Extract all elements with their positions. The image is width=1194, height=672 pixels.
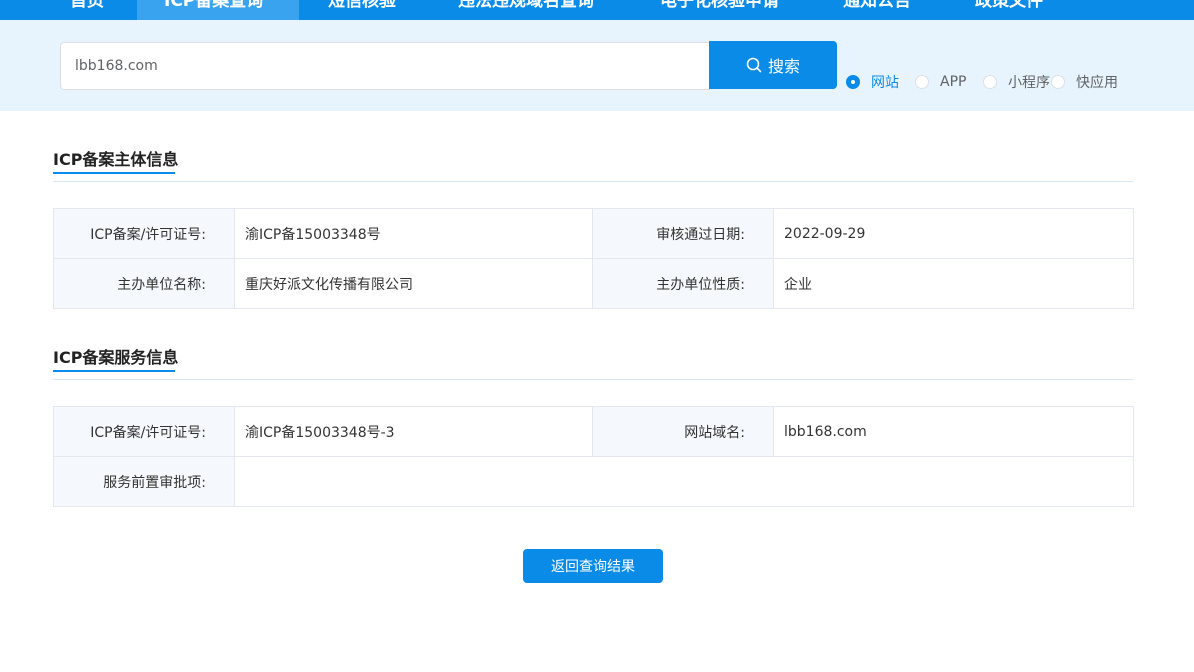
field-value: 企业: [773, 258, 1134, 309]
radio-label: 小程序: [1008, 75, 1050, 91]
search-band: 搜索 网站 APP 小程序 快应用: [0, 20, 1194, 111]
section-title-underline: [53, 172, 175, 174]
field-label: 服务前置审批项:: [53, 456, 235, 507]
radio-label: 快应用: [1076, 75, 1118, 91]
radio-unchecked-icon: [915, 75, 929, 89]
section-title-underline: [53, 370, 175, 372]
nav-item-policies[interactable]: 政策文件: [975, 0, 1043, 20]
radio-mini-program[interactable]: 小程序: [983, 72, 1050, 92]
nav-item-home[interactable]: 首页: [70, 0, 104, 20]
nav-item-e-verify[interactable]: 电子化核验申请: [660, 0, 779, 20]
service-section-title: ICP备案服务信息: [53, 344, 179, 372]
table-row: ICP备案/许可证号: 渝ICP备15003348号-3 网站域名: lbb16…: [53, 406, 1134, 457]
search-icon: [746, 57, 762, 73]
search-button[interactable]: 搜索: [709, 41, 837, 89]
radio-checked-icon: [846, 75, 860, 89]
field-value: lbb168.com: [773, 406, 1134, 457]
radio-label: APP: [940, 74, 967, 90]
section-divider: [53, 379, 1133, 380]
field-value: [234, 456, 1134, 507]
section-title-text: ICP备案服务信息: [53, 348, 179, 367]
section-title-text: ICP备案主体信息: [53, 150, 179, 169]
nav-item-icp-query[interactable]: ICP备案查询: [137, 0, 299, 20]
subject-info-table: ICP备案/许可证号: 渝ICP备15003348号 审核通过日期: 2022-…: [53, 208, 1134, 309]
radio-label: 网站: [871, 75, 899, 91]
nav-item-notices[interactable]: 通知公告: [843, 0, 911, 20]
field-label: 主办单位性质:: [592, 258, 774, 309]
table-row: 主办单位名称: 重庆好派文化传播有限公司 主办单位性质: 企业: [53, 258, 1134, 309]
field-label: 主办单位名称:: [53, 258, 235, 309]
back-to-results-button[interactable]: 返回查询结果: [523, 549, 663, 583]
nav-item-sms-verify[interactable]: 短信核验: [328, 0, 396, 20]
radio-unchecked-icon: [983, 75, 997, 89]
field-value: 渝ICP备15003348号-3: [234, 406, 593, 457]
radio-unchecked-icon: [1051, 75, 1065, 89]
table-row: 服务前置审批项:: [53, 456, 1134, 507]
radio-app[interactable]: APP: [915, 72, 966, 92]
table-row: ICP备案/许可证号: 渝ICP备15003348号 审核通过日期: 2022-…: [53, 208, 1134, 259]
service-info-table: ICP备案/许可证号: 渝ICP备15003348号-3 网站域名: lbb16…: [53, 406, 1134, 507]
field-label: 审核通过日期:: [592, 208, 774, 259]
radio-quick-app[interactable]: 快应用: [1051, 72, 1118, 92]
subject-section-title: ICP备案主体信息: [53, 146, 179, 174]
field-value: 渝ICP备15003348号: [234, 208, 593, 259]
field-label: ICP备案/许可证号:: [53, 208, 235, 259]
nav-item-illegal-domain[interactable]: 违法违规域名查询: [458, 0, 594, 20]
field-label: ICP备案/许可证号:: [53, 406, 235, 457]
search-input[interactable]: [60, 42, 710, 90]
field-value: 2022-09-29: [773, 208, 1134, 259]
top-navigation: 首页 ICP备案查询 短信核验 违法违规域名查询 电子化核验申请 通知公告 政策…: [0, 0, 1194, 20]
field-value: 重庆好派文化传播有限公司: [234, 258, 593, 309]
search-button-label: 搜索: [767, 59, 800, 76]
radio-website[interactable]: 网站: [846, 72, 899, 92]
field-label: 网站域名:: [592, 406, 774, 457]
section-divider: [53, 181, 1133, 182]
